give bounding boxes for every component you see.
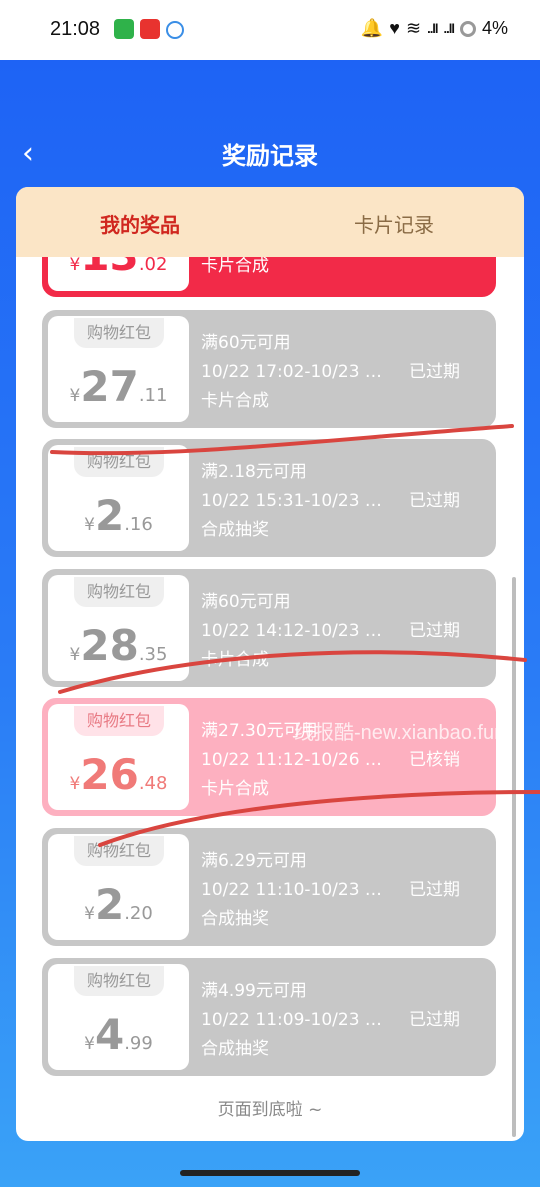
- rewards-card: 我的奖品 卡片记录 ¥13.02 卡片合成 购物红包 ¥27.11: [16, 187, 524, 1141]
- search-app-icon: [166, 21, 184, 39]
- coupon-type-tag: 购物红包: [74, 706, 164, 736]
- coupon-validity: 10/22 14:12-10/23 …: [201, 621, 382, 641]
- coupon-face: 购物红包 ¥2.20: [48, 834, 189, 940]
- coupon-condition: 满60元可用: [201, 592, 291, 612]
- coupon-condition: 满2.18元可用: [201, 462, 307, 482]
- battery-icon: [459, 20, 476, 37]
- scrollbar[interactable]: [512, 577, 516, 1137]
- coupon-source: 卡片合成: [201, 650, 269, 670]
- prize-item[interactable]: 购物红包 ¥28.35 满60元可用 10/22 14:12-10/23 … 卡…: [42, 569, 496, 687]
- prize-item[interactable]: 购物红包 ¥2.20 满6.29元可用 10/22 11:10-10/23 … …: [42, 828, 496, 946]
- watermark: 线报酷-new.xianbao.fun: [294, 722, 506, 744]
- tab-bar: 我的奖品 卡片记录: [16, 187, 524, 257]
- coupon-status: 已过期: [409, 1010, 460, 1030]
- status-bar: 21:08 🔔 ♥ ≋ ..ll ..ll 4%: [0, 0, 540, 60]
- coupon-amount: ¥27.11: [69, 362, 168, 411]
- coupon-validity: 10/22 11:09-10/23 …: [201, 1010, 382, 1030]
- wifi-icon: ≋: [405, 18, 422, 38]
- coupon-face: 购物红包 ¥4.99: [48, 964, 189, 1070]
- coupon-condition: 满6.29元可用: [201, 851, 307, 871]
- coupon-info: 满60元可用 10/22 17:02-10/23 … 卡片合成: [201, 329, 382, 416]
- coupon-status: 已过期: [409, 491, 460, 511]
- coupon-info: 满60元可用 10/22 14:12-10/23 … 卡片合成: [201, 588, 382, 675]
- signal-1-icon: ..ll: [427, 21, 438, 36]
- coupon-validity: 10/22 17:02-10/23 …: [201, 362, 382, 382]
- silent-bell-icon: 🔔: [360, 18, 384, 38]
- end-of-list-text: 页面到底啦 ~: [217, 1100, 323, 1120]
- coupon-face: 购物红包 ¥28.35: [48, 575, 189, 681]
- douban-app-icon: [114, 19, 134, 39]
- coupon-type-tag: 购物红包: [74, 577, 164, 607]
- heart-icon: ♥: [389, 18, 400, 38]
- prize-item[interactable]: 购物红包 ¥27.11 满60元可用 10/22 17:02-10/23 … 卡…: [42, 310, 496, 428]
- prize-list[interactable]: ¥13.02 卡片合成 购物红包 ¥27.11 满60元可用 10/22 17:…: [16, 187, 524, 1141]
- coupon-condition: 满4.99元可用: [201, 981, 307, 1001]
- coupon-validity: 10/22 11:10-10/23 …: [201, 880, 382, 900]
- coupon-validity: 10/22 11:12-10/26 …: [201, 750, 382, 770]
- coupon-source: 卡片合成: [201, 779, 269, 799]
- page-title: 奖励记录: [222, 142, 318, 170]
- coupon-source: 合成抽奖: [201, 1039, 269, 1059]
- coupon-status: 已核销: [409, 750, 460, 770]
- coupon-condition: 满60元可用: [201, 333, 291, 353]
- notification-icons: [114, 19, 184, 39]
- coupon-source: 合成抽奖: [201, 909, 269, 929]
- signal-2-icon: ..ll: [443, 21, 455, 36]
- tab-card-records[interactable]: 卡片记录: [354, 209, 434, 238]
- prize-item[interactable]: 购物红包 ¥2.16 满2.18元可用 10/22 15:31-10/23 … …: [42, 439, 496, 557]
- coupon-status: 已过期: [409, 880, 460, 900]
- coupon-face: 购物红包 ¥27.11: [48, 316, 189, 422]
- coupon-info: 满2.18元可用 10/22 15:31-10/23 … 合成抽奖: [201, 458, 382, 545]
- prize-item[interactable]: 购物红包 ¥4.99 满4.99元可用 10/22 11:09-10/23 … …: [42, 958, 496, 1076]
- coupon-source: 卡片合成: [201, 391, 269, 411]
- coupon-type-tag: 购物红包: [74, 447, 164, 477]
- coupon-status: 已过期: [409, 362, 460, 382]
- coupon-source: 合成抽奖: [201, 520, 269, 540]
- shopping-app-icon: [140, 19, 160, 39]
- coupon-face: 购物红包 ¥2.16: [48, 445, 189, 551]
- coupon-type-tag: 购物红包: [74, 966, 164, 996]
- coupon-amount: ¥2.16: [84, 491, 153, 540]
- coupon-info: 满4.99元可用 10/22 11:09-10/23 … 合成抽奖: [201, 977, 382, 1064]
- coupon-amount: ¥2.20: [84, 880, 153, 929]
- coupon-face: 购物红包 ¥26.48: [48, 704, 189, 810]
- coupon-type-tag: 购物红包: [74, 836, 164, 866]
- coupon-status: 已过期: [409, 621, 460, 641]
- coupon-validity: 10/22 15:31-10/23 …: [201, 491, 382, 511]
- tab-my-prizes[interactable]: 我的奖品: [100, 209, 180, 238]
- home-indicator[interactable]: [180, 1170, 360, 1176]
- coupon-info: 满6.29元可用 10/22 11:10-10/23 … 合成抽奖: [201, 847, 382, 934]
- coupon-amount: ¥26.48: [69, 750, 168, 799]
- coupon-amount: ¥28.35: [69, 621, 168, 670]
- battery-percent: 4%: [481, 18, 508, 38]
- status-time: 21:08: [50, 18, 101, 40]
- status-right: 🔔 ♥ ≋ ..ll ..ll 4%: [361, 18, 508, 39]
- coupon-type-tag: 购物红包: [74, 318, 164, 348]
- coupon-amount: ¥4.99: [84, 1010, 153, 1059]
